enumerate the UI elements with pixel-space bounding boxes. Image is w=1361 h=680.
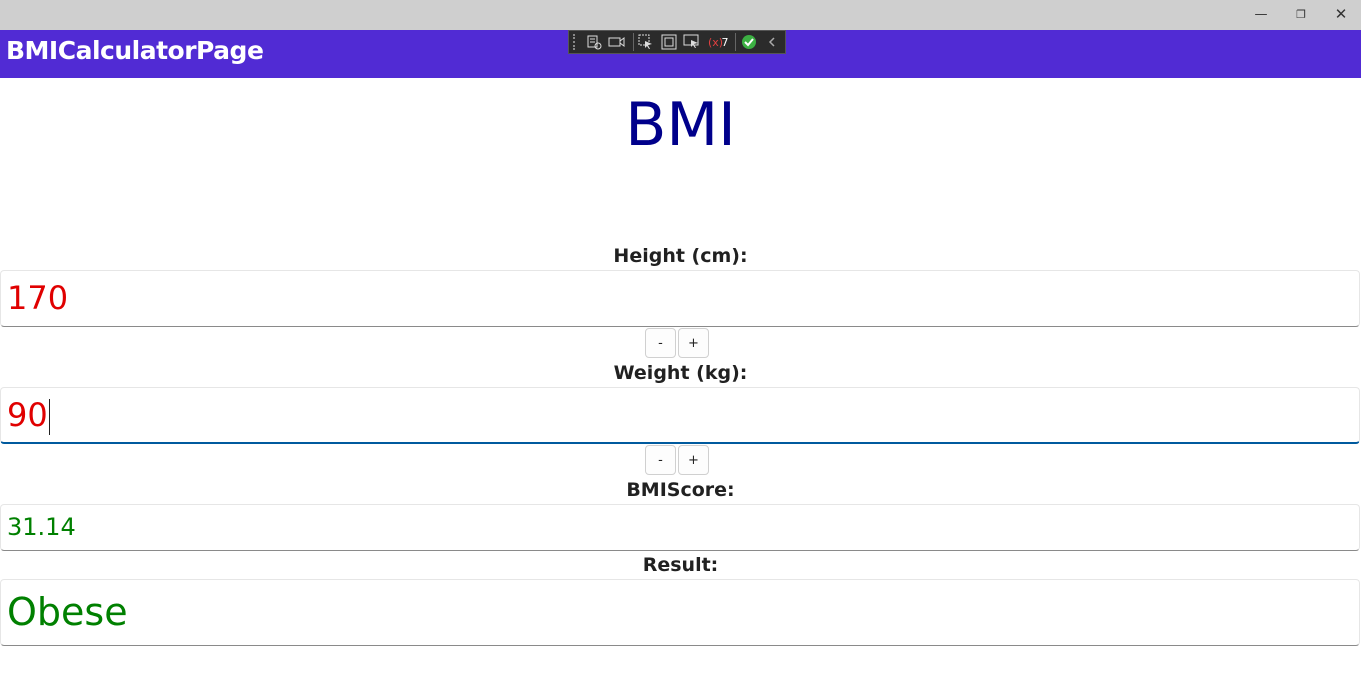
- live-visual-tree-icon[interactable]: [584, 32, 603, 52]
- result-label: Result:: [642, 554, 719, 576]
- close-button[interactable]: ✕: [1321, 0, 1361, 28]
- restore-button[interactable]: ❐: [1281, 0, 1321, 28]
- height-decrement-button[interactable]: -: [645, 328, 676, 358]
- height-label: Height (cm):: [613, 245, 748, 267]
- binding-failures-count: 7: [721, 35, 729, 49]
- video-camera-icon[interactable]: [607, 32, 626, 52]
- weight-stepper: - +: [645, 445, 711, 475]
- height-stepper: - +: [645, 328, 711, 358]
- bmi-score-field[interactable]: 31.14: [0, 504, 1360, 551]
- weight-decrement-button[interactable]: -: [645, 445, 676, 475]
- weight-entry[interactable]: 90: [0, 387, 1360, 444]
- hot-reload-status-icon[interactable]: [739, 32, 758, 52]
- toolbar-separator: [735, 33, 737, 51]
- bmi-score-label: BMIScore:: [626, 479, 735, 501]
- text-caret: [48, 399, 50, 435]
- select-element-icon[interactable]: [637, 32, 656, 52]
- minimize-button[interactable]: —: [1241, 0, 1281, 28]
- page-title: BMICalculatorPage: [6, 36, 264, 65]
- height-value: 170: [7, 279, 69, 317]
- weight-value: 90: [7, 396, 48, 434]
- track-focused-element-icon[interactable]: [683, 32, 702, 52]
- bmi-score-value: 31.14: [7, 513, 76, 541]
- weight-label: Weight (kg):: [613, 362, 748, 384]
- toolbar-separator: [633, 33, 634, 51]
- xaml-debug-toolbar: (x) 7: [568, 30, 786, 54]
- display-layout-adorners-icon[interactable]: [660, 32, 679, 52]
- result-value: Obese: [7, 590, 128, 634]
- height-entry[interactable]: 170: [0, 270, 1360, 327]
- height-increment-button[interactable]: +: [678, 328, 709, 358]
- bmi-heading: BMI: [625, 90, 736, 160]
- result-field[interactable]: Obese: [0, 579, 1360, 646]
- window-titlebar: — ❐ ✕: [0, 0, 1361, 30]
- collapse-toolbar-chevron-icon[interactable]: [762, 32, 781, 52]
- weight-increment-button[interactable]: +: [678, 445, 709, 475]
- toolbar-grip-handle[interactable]: [573, 34, 578, 50]
